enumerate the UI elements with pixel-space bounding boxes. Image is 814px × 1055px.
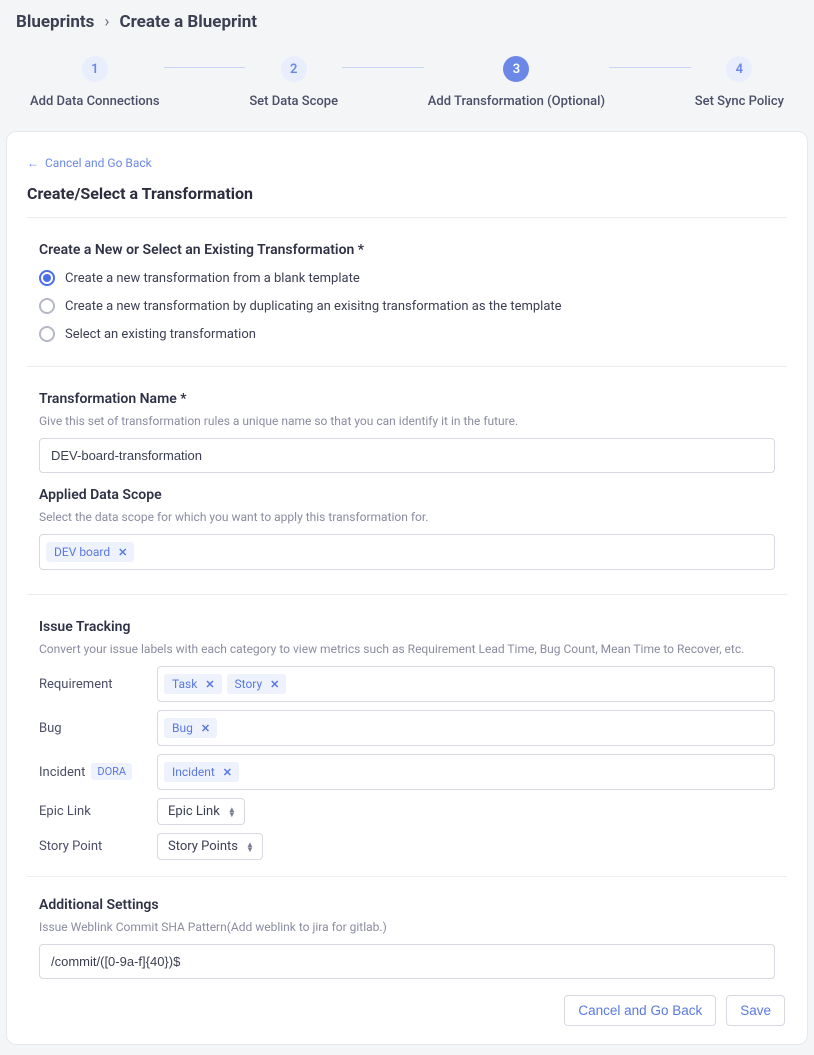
breadcrumb-current: Create a Blueprint xyxy=(119,12,257,32)
epic-link-row: Epic Link Epic Link ▲▼ xyxy=(39,798,775,825)
requirement-label: Requirement xyxy=(39,677,147,692)
select-value: Story Points xyxy=(168,839,238,854)
radio-label: Select an existing transformation xyxy=(65,327,256,342)
epic-link-label: Epic Link xyxy=(39,804,147,819)
radio-label: Create a new transformation from a blank… xyxy=(65,271,360,286)
create-select-label: Create a New or Select an Existing Trans… xyxy=(39,242,775,258)
step-1[interactable]: 1 Add Data Connections xyxy=(30,56,160,109)
incident-label: Incident DORA xyxy=(39,764,147,781)
select-value: Epic Link xyxy=(168,804,220,819)
incident-row: Incident DORA Incident ✕ xyxy=(39,754,775,790)
tag-task: Task ✕ xyxy=(164,674,222,694)
step-number: 3 xyxy=(503,56,529,82)
radio-icon xyxy=(39,326,55,342)
dora-badge: DORA xyxy=(91,763,132,780)
radio-icon xyxy=(39,270,55,286)
sha-pattern-input[interactable] xyxy=(39,944,775,979)
transformation-name-input[interactable] xyxy=(39,438,775,473)
tag-label: Incident xyxy=(172,765,215,779)
step-4[interactable]: 4 Set Sync Policy xyxy=(695,56,784,109)
bug-input[interactable]: Bug ✕ xyxy=(157,710,775,746)
applied-scope-input[interactable]: DEV board ✕ xyxy=(39,534,775,570)
requirement-input[interactable]: Task ✕ Story ✕ xyxy=(157,666,775,702)
step-connector xyxy=(609,67,691,69)
radio-label: Create a new transformation by duplicati… xyxy=(65,299,562,314)
sort-icon: ▲▼ xyxy=(246,842,254,852)
story-point-select[interactable]: Story Points ▲▼ xyxy=(157,833,263,860)
step-connector xyxy=(342,67,424,69)
issue-tracking-help: Convert your issue labels with each cate… xyxy=(39,642,775,656)
breadcrumb: Blueprints › Create a Blueprint xyxy=(0,0,814,44)
close-icon[interactable]: ✕ xyxy=(198,722,213,735)
step-number: 2 xyxy=(281,56,307,82)
close-icon[interactable]: ✕ xyxy=(115,546,130,559)
close-icon[interactable]: ✕ xyxy=(220,766,235,779)
stepper: 1 Add Data Connections 2 Set Data Scope … xyxy=(0,44,814,131)
requirement-row: Requirement Task ✕ Story ✕ xyxy=(39,666,775,702)
story-point-row: Story Point Story Points ▲▼ xyxy=(39,833,775,860)
step-number: 4 xyxy=(726,56,752,82)
transformation-mode-radios: Create a new transformation from a blank… xyxy=(39,270,775,342)
scope-tag: DEV board ✕ xyxy=(46,542,134,562)
radio-icon xyxy=(39,298,55,314)
transformation-name-label: Transformation Name * xyxy=(39,391,775,407)
incident-input[interactable]: Incident ✕ xyxy=(157,754,775,790)
bug-row: Bug Bug ✕ xyxy=(39,710,775,746)
back-link-label: Cancel and Go Back xyxy=(45,156,152,170)
applied-scope-help: Select the data scope for which you want… xyxy=(39,510,775,524)
step-2[interactable]: 2 Set Data Scope xyxy=(249,56,338,109)
radio-existing[interactable]: Select an existing transformation xyxy=(39,326,775,342)
step-3[interactable]: 3 Add Transformation (Optional) xyxy=(428,56,605,109)
step-number: 1 xyxy=(82,56,108,82)
tag-bug: Bug ✕ xyxy=(164,718,217,738)
step-label: Set Sync Policy xyxy=(695,94,784,109)
tag-label: Bug xyxy=(172,721,193,735)
tag-story: Story ✕ xyxy=(227,674,287,694)
close-icon[interactable]: ✕ xyxy=(202,678,217,691)
epic-link-select[interactable]: Epic Link ▲▼ xyxy=(157,798,245,825)
tag-label: Story xyxy=(235,677,263,691)
breadcrumb-root[interactable]: Blueprints xyxy=(16,12,94,32)
transformation-name-help: Give this set of transformation rules a … xyxy=(39,414,775,428)
additional-settings-help: Issue Weblink Commit SHA Pattern(Add web… xyxy=(39,920,775,934)
sort-icon: ▲▼ xyxy=(228,807,236,817)
issue-tracking-label: Issue Tracking xyxy=(39,619,775,635)
applied-scope-label: Applied Data Scope xyxy=(39,487,775,503)
arrow-left-icon: ← xyxy=(27,156,39,170)
tag-label: Task xyxy=(172,677,197,691)
story-point-label: Story Point xyxy=(39,839,147,854)
cancel-button[interactable]: Cancel and Go Back xyxy=(564,995,716,1026)
page-title: Create/Select a Transformation xyxy=(27,184,787,218)
radio-duplicate[interactable]: Create a new transformation by duplicati… xyxy=(39,298,775,314)
chevron-right-icon: › xyxy=(104,12,109,32)
tag-incident: Incident ✕ xyxy=(164,762,239,782)
form-footer: Cancel and Go Back Save xyxy=(27,995,787,1026)
step-label: Set Data Scope xyxy=(249,94,338,109)
bug-label: Bug xyxy=(39,721,147,736)
form-card: ← Cancel and Go Back Create/Select a Tra… xyxy=(6,131,808,1045)
back-link[interactable]: ← Cancel and Go Back xyxy=(27,156,787,170)
additional-settings-label: Additional Settings xyxy=(39,897,775,913)
close-icon[interactable]: ✕ xyxy=(267,678,282,691)
step-label: Add Data Connections xyxy=(30,94,160,109)
save-button[interactable]: Save xyxy=(726,995,785,1026)
step-label: Add Transformation (Optional) xyxy=(428,94,605,109)
tag-label: DEV board xyxy=(54,545,110,559)
step-connector xyxy=(164,67,246,69)
radio-blank-template[interactable]: Create a new transformation from a blank… xyxy=(39,270,775,286)
